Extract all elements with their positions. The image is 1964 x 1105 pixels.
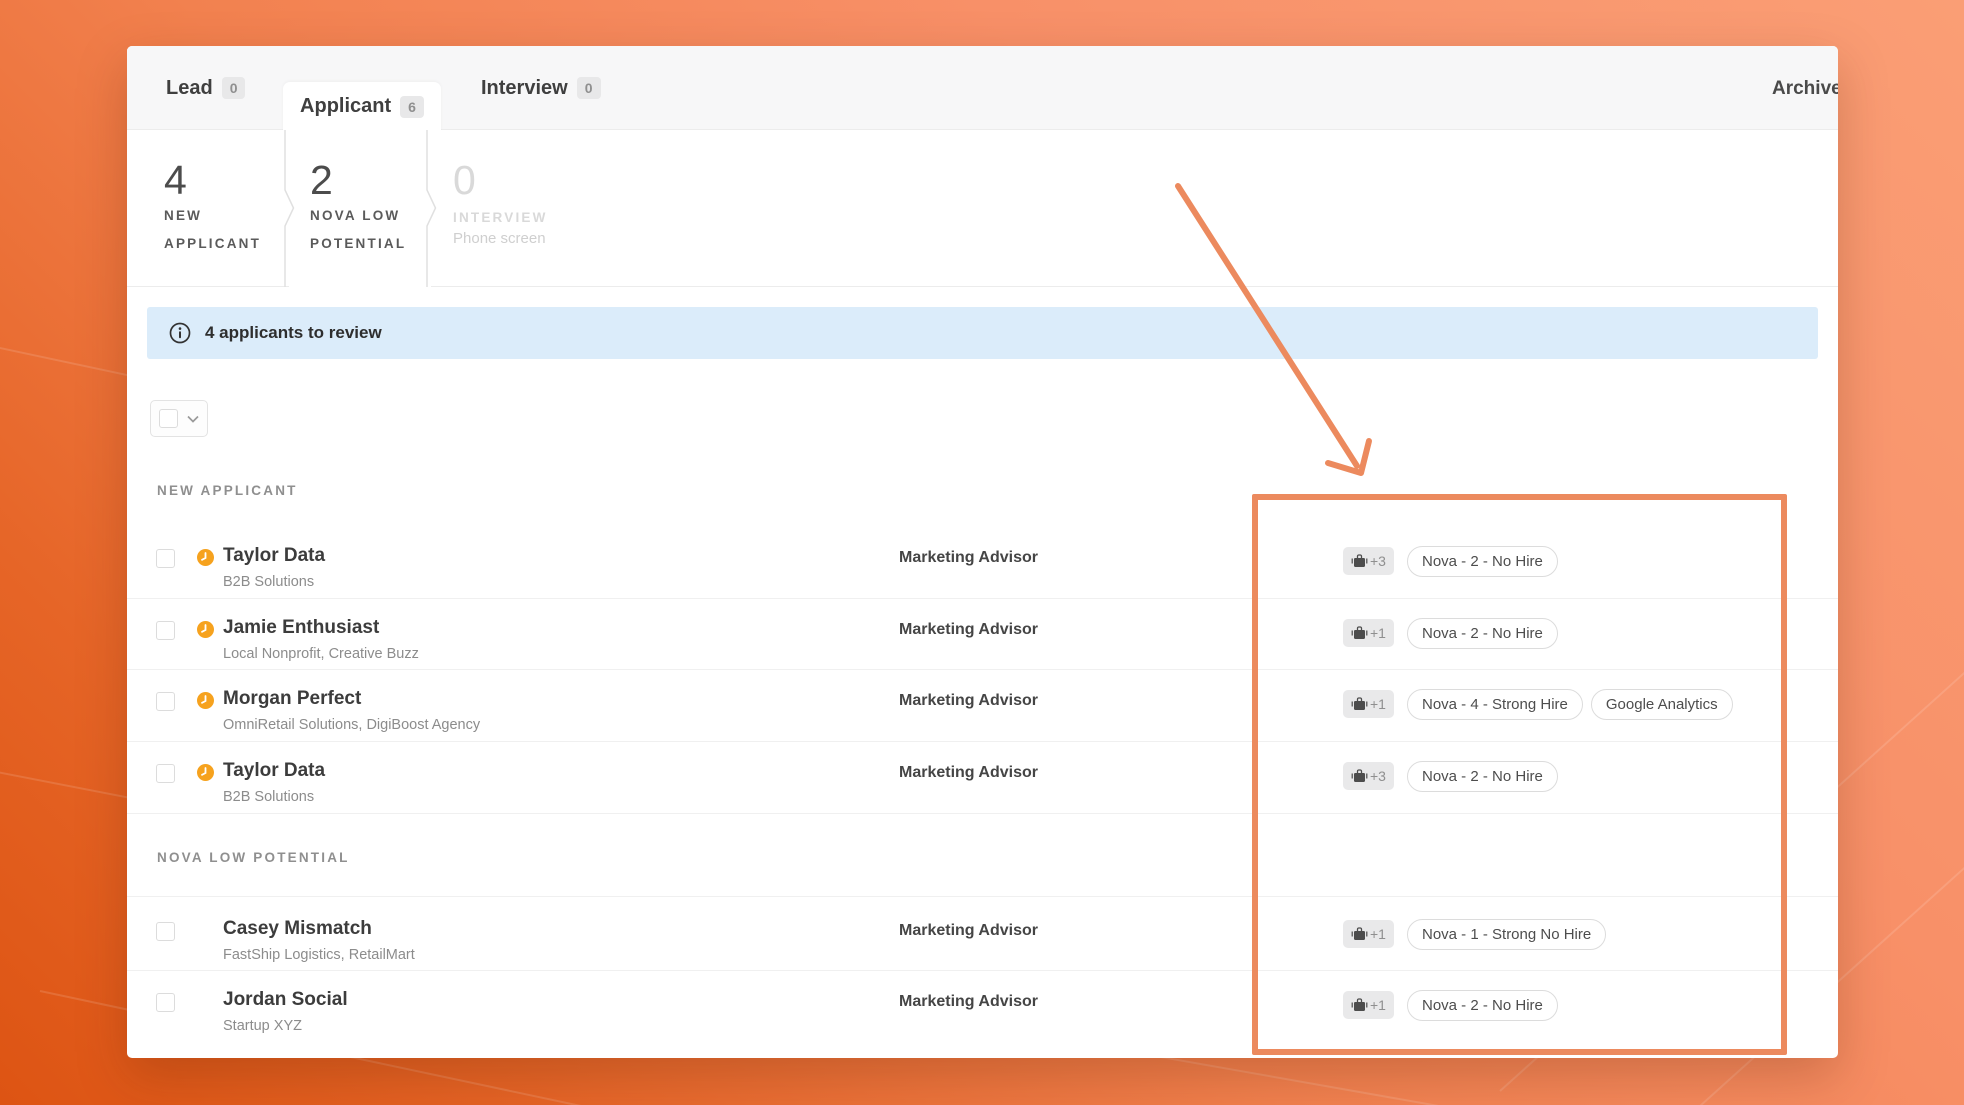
experience-count-badge[interactable]: +3 xyxy=(1343,762,1394,790)
archived-label: Archived xyxy=(1772,78,1838,100)
briefcase-icon xyxy=(1351,998,1368,1012)
rating-tag-pill[interactable]: Nova - 1 - Strong No Hire xyxy=(1407,919,1606,950)
applicant-row[interactable]: Taylor Data B2B Solutions Marketing Advi… xyxy=(127,742,1838,814)
row-checkbox[interactable] xyxy=(156,549,175,568)
candidate-position: Marketing Advisor xyxy=(899,922,1038,940)
stage-label: NEW APPLICANT xyxy=(164,202,274,258)
desktop: Lead 0 Applicant 6 Interview 0 Archived xyxy=(0,0,1964,1105)
stage-chevron-separator xyxy=(284,130,298,287)
section-header: NEW APPLICANT xyxy=(157,483,298,498)
tab-count-badge: 0 xyxy=(222,77,246,99)
skill-tag-pill[interactable]: Google Analytics xyxy=(1591,689,1733,720)
stage-count: 0 xyxy=(453,157,476,204)
briefcase-icon xyxy=(1351,927,1368,941)
candidate-company: Startup XYZ xyxy=(223,1018,302,1034)
experience-count-badge[interactable]: +1 xyxy=(1343,991,1394,1019)
row-checkbox[interactable] xyxy=(156,692,175,711)
row-checkbox[interactable] xyxy=(156,993,175,1012)
experience-count-badge[interactable]: +3 xyxy=(1343,547,1394,575)
rating-tag-pill[interactable]: Nova - 2 - No Hire xyxy=(1407,546,1558,577)
experience-count: +1 xyxy=(1370,926,1386,942)
stage-count: 2 xyxy=(310,157,333,204)
experience-count: +1 xyxy=(1370,625,1386,641)
row-checkbox[interactable] xyxy=(156,922,175,941)
candidate-company: OmniRetail Solutions, DigiBoost Agency xyxy=(223,717,480,733)
tab-count-badge: 6 xyxy=(400,96,424,118)
experience-count-badge[interactable]: +1 xyxy=(1343,690,1394,718)
applicant-row[interactable]: Jamie Enthusiast Local Nonprofit, Creati… xyxy=(127,599,1838,670)
archived-button[interactable]: Archived xyxy=(1763,73,1838,105)
rating-tag-pill[interactable]: Nova - 2 - No Hire xyxy=(1407,618,1558,649)
candidate-company: B2B Solutions xyxy=(223,789,314,805)
stage-chevron-separator xyxy=(426,130,440,287)
candidate-name: Casey Mismatch xyxy=(223,918,372,940)
candidate-position: Marketing Advisor xyxy=(899,993,1038,1011)
candidate-name: Taylor Data xyxy=(223,545,325,567)
tab-lead[interactable]: Lead 0 xyxy=(166,46,245,130)
briefcase-icon xyxy=(1351,554,1368,568)
candidate-name: Taylor Data xyxy=(223,760,325,782)
candidate-company: FastShip Logistics, RetailMart xyxy=(223,947,415,963)
candidate-name: Jordan Social xyxy=(223,989,348,1011)
applicant-row[interactable]: Morgan Perfect OmniRetail Solutions, Dig… xyxy=(127,670,1838,742)
rating-tag-pill[interactable]: Nova - 4 - Strong Hire xyxy=(1407,689,1583,720)
banner-text: 4 applicants to review xyxy=(205,323,382,343)
tab-count-badge: 0 xyxy=(577,77,601,99)
candidate-position: Marketing Advisor xyxy=(899,764,1038,782)
candidate-name: Morgan Perfect xyxy=(223,688,361,710)
candidate-company: B2B Solutions xyxy=(223,574,314,590)
experience-count: +3 xyxy=(1370,768,1386,784)
row-checkbox[interactable] xyxy=(156,621,175,640)
candidate-position: Marketing Advisor xyxy=(899,692,1038,710)
candidate-position: Marketing Advisor xyxy=(899,621,1038,639)
experience-count-badge[interactable]: +1 xyxy=(1343,619,1394,647)
stage-summary-row: 4 NEW APPLICANT 2 NOVA LOW POTENTIAL 0 I… xyxy=(127,130,1838,287)
tab-label: Lead xyxy=(166,77,213,100)
pipeline-tab-bar: Lead 0 Applicant 6 Interview 0 Archived xyxy=(127,46,1838,130)
stage-count: 4 xyxy=(164,157,187,204)
briefcase-icon xyxy=(1351,626,1368,640)
stage-label: NOVA LOW POTENTIAL xyxy=(310,202,422,258)
experience-count: +1 xyxy=(1370,696,1386,712)
tab-interview[interactable]: Interview 0 xyxy=(481,46,601,130)
applicant-row[interactable]: Casey Mismatch FastShip Logistics, Retai… xyxy=(127,896,1838,971)
briefcase-icon xyxy=(1351,769,1368,783)
tab-label: Applicant xyxy=(300,95,391,118)
rating-tag-pill[interactable]: Nova - 2 - No Hire xyxy=(1407,761,1558,792)
experience-count-badge[interactable]: +1 xyxy=(1343,920,1394,948)
pending-clock-icon xyxy=(197,692,214,709)
ats-pipeline-window: Lead 0 Applicant 6 Interview 0 Archived xyxy=(127,46,1838,1058)
stage-sublabel: Phone screen xyxy=(453,230,546,247)
briefcase-icon xyxy=(1351,697,1368,711)
tab-applicant[interactable]: Applicant 6 xyxy=(283,82,441,131)
applicant-row[interactable]: Jordan Social Startup XYZ Marketing Advi… xyxy=(127,971,1838,1043)
candidate-position: Marketing Advisor xyxy=(899,549,1038,567)
experience-count: +3 xyxy=(1370,553,1386,569)
applicants-review-banner[interactable]: 4 applicants to review xyxy=(147,307,1818,359)
chevron-down-icon xyxy=(187,415,199,423)
row-checkbox[interactable] xyxy=(156,764,175,783)
select-all-checkbox[interactable] xyxy=(159,409,178,428)
pending-clock-icon xyxy=(197,549,214,566)
section-header: NOVA LOW POTENTIAL xyxy=(157,850,350,865)
select-all-dropdown[interactable] xyxy=(150,400,208,437)
applicant-row[interactable]: Taylor Data B2B Solutions Marketing Advi… xyxy=(127,527,1838,599)
tab-label: Interview xyxy=(481,77,568,100)
rating-tag-pill[interactable]: Nova - 2 - No Hire xyxy=(1407,990,1558,1021)
pending-clock-icon xyxy=(197,621,214,638)
experience-count: +1 xyxy=(1370,997,1386,1013)
info-icon xyxy=(169,322,191,344)
stage-label: INTERVIEW xyxy=(453,204,548,232)
pending-clock-icon xyxy=(197,764,214,781)
candidate-name: Jamie Enthusiast xyxy=(223,617,379,639)
candidate-company: Local Nonprofit, Creative Buzz xyxy=(223,646,419,662)
